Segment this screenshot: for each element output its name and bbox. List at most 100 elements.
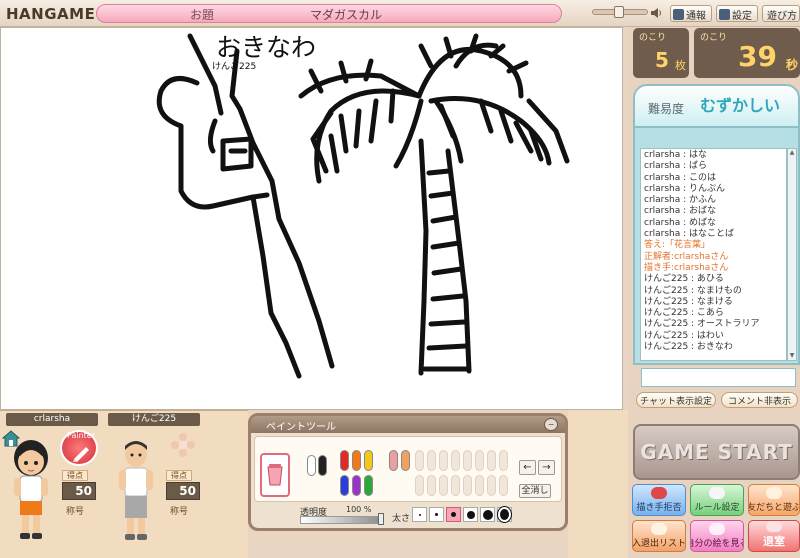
chat-message: けんご225 : おきなわ	[644, 342, 733, 353]
empty-color-slot	[487, 450, 496, 471]
player-1-avatar	[8, 434, 54, 544]
chat-message: けんご225 : こあら	[644, 308, 724, 319]
color-swatch[interactable]	[318, 455, 327, 476]
color-swatch[interactable]	[352, 450, 361, 471]
fill-bucket-button[interactable]	[260, 453, 290, 497]
game-start-button[interactable]: GAME START	[633, 424, 800, 480]
chat-message: けんご225 : なまける	[644, 296, 733, 307]
palette-next-button[interactable]: →	[538, 460, 555, 475]
speaker-icon[interactable]	[650, 6, 662, 20]
painter-badge: Painter	[60, 430, 98, 466]
how-to-play-button-label: 遊び方	[767, 10, 797, 22]
player-2-avatar	[116, 434, 156, 544]
thickness-label: 太さ	[392, 514, 411, 524]
rule-settings-label: ルール設定	[694, 503, 740, 513]
clear-all-button[interactable]: 全消し	[519, 484, 551, 498]
remaining-time-label: のこり	[700, 33, 728, 43]
player-2-score-label: 得点	[166, 470, 192, 481]
how-to-play-button[interactable]: 遊び方	[762, 5, 800, 22]
palette-prev-button[interactable]: ←	[519, 460, 536, 475]
canvas-drawing	[156, 33, 570, 379]
brush-size-6[interactable]	[497, 507, 512, 522]
player-2-name: けんご225	[108, 413, 200, 426]
opacity-slider[interactable]	[300, 516, 384, 524]
painter-badge-label: Painter	[66, 431, 95, 440]
remaining-time-value: 39	[738, 40, 777, 73]
chat-message: crlarsha : りんぷん	[644, 183, 726, 194]
volume-slider-knob[interactable]	[614, 6, 624, 18]
empty-color-slot	[451, 450, 460, 471]
remaining-cards-value: 5	[655, 48, 669, 72]
color-swatch[interactable]	[364, 450, 373, 471]
empty-color-slot	[487, 475, 496, 496]
empty-color-slot	[475, 475, 484, 496]
chat-log[interactable]: crlarsha : はな crlarsha : ばら crlarsha : このは…	[640, 148, 787, 361]
chat-message: けんご225 : あひる	[644, 274, 724, 285]
player-1-score: 50	[62, 482, 96, 500]
settings-button[interactable]: 設定	[716, 5, 758, 22]
pencil-icon	[73, 447, 89, 462]
chat-message: けんご225 : はわい	[644, 330, 724, 341]
color-swatch[interactable]	[401, 450, 410, 471]
player-1-score-label: 得点	[62, 470, 88, 481]
brush-size-4[interactable]	[463, 507, 478, 522]
color-swatch[interactable]	[340, 450, 349, 471]
leave-room-button[interactable]: 退室	[748, 520, 800, 552]
refuse-icon	[651, 487, 667, 499]
settings-button-label: 設定	[732, 10, 752, 22]
remaining-time-unit: 秒	[786, 58, 799, 72]
invite-friends-label: 友だちと遊ぶ	[748, 503, 800, 513]
color-swatch[interactable]	[389, 450, 398, 471]
difficulty-value: むずかしい	[700, 96, 781, 115]
entry-exit-list-label: 入退出リスト	[632, 539, 686, 549]
brush-size-1[interactable]	[412, 507, 427, 522]
brush-size-3-selected[interactable]	[446, 507, 461, 522]
picture-icon	[709, 523, 725, 535]
paint-tool-title: ペイントツール	[266, 422, 336, 433]
hide-comments-button[interactable]: コメント非表示	[721, 392, 798, 408]
topic-value: マダガスカル	[310, 8, 383, 22]
wrench-icon	[709, 487, 725, 499]
player-1-title-label: 称号	[66, 507, 85, 517]
remaining-time-box: のこり 39 秒	[694, 28, 800, 78]
color-swatch[interactable]	[352, 475, 361, 496]
exit-icon	[766, 521, 782, 532]
brush-size-2[interactable]	[429, 507, 444, 522]
flower-decoration-icon	[170, 432, 196, 458]
paint-tool-minimize-icon[interactable]: −	[544, 418, 558, 431]
chat-scrollbar[interactable]: ▲ ▼	[787, 148, 797, 361]
chat-message: crlarsha : めばな	[644, 217, 717, 228]
entry-exit-list-button[interactable]: 入退出リスト	[632, 520, 686, 552]
refuse-drawer-button[interactable]: 描き手拒否	[632, 484, 686, 516]
opacity-slider-knob[interactable]	[378, 513, 384, 525]
empty-color-slot	[451, 475, 460, 496]
chat-message: けんご225 : オーストラリア	[644, 319, 760, 330]
report-button[interactable]: 通報	[670, 5, 712, 22]
rule-settings-button[interactable]: ルール設定	[690, 484, 744, 516]
topic-label: お題	[190, 8, 215, 22]
chat-input[interactable]	[641, 368, 796, 387]
view-my-drawings-button[interactable]: 自分の絵を見る	[690, 520, 744, 552]
scroll-up-icon[interactable]: ▲	[788, 149, 796, 157]
color-swatch[interactable]	[307, 455, 316, 476]
game-start-label: GAME START	[640, 440, 793, 464]
friends-icon	[766, 487, 782, 499]
empty-color-slot	[427, 475, 436, 496]
empty-color-slot	[463, 450, 472, 471]
empty-color-slot	[439, 475, 448, 496]
list-icon	[651, 523, 667, 535]
report-button-label: 通報	[686, 10, 706, 22]
empty-color-slot	[427, 450, 436, 471]
color-swatch[interactable]	[340, 475, 349, 496]
invite-friends-button[interactable]: 友だちと遊ぶ	[748, 484, 800, 516]
scroll-down-icon[interactable]: ▼	[788, 352, 796, 360]
color-swatch[interactable]	[364, 475, 373, 496]
drawing-canvas[interactable]	[0, 27, 623, 410]
chat-message: 答え:「花言葉」	[644, 240, 711, 251]
empty-color-slot	[499, 450, 508, 471]
hangame-logo[interactable]: HANGAME	[6, 5, 95, 23]
brush-size-5[interactable]	[480, 507, 495, 522]
drawer-name: けんご225	[212, 62, 257, 72]
player-2-score: 50	[166, 482, 200, 500]
chat-display-settings-button[interactable]: チャット表示設定	[636, 392, 716, 408]
